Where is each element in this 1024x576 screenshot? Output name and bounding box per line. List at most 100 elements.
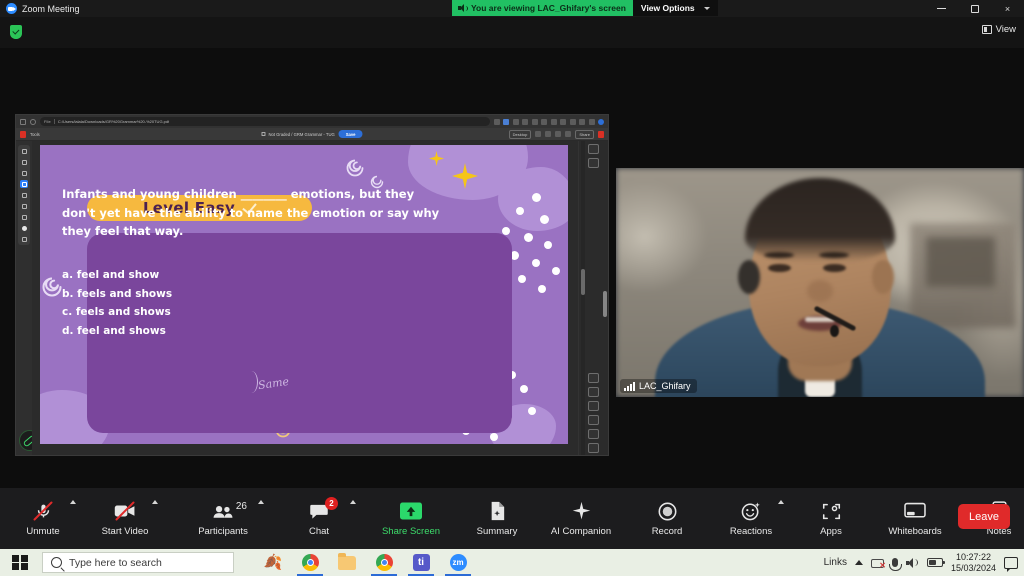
start-video-button[interactable]: Start Video: [96, 488, 154, 549]
links-label[interactable]: Links: [824, 557, 847, 568]
pdf-fit-icon[interactable]: [588, 373, 599, 383]
dot-tool-icon[interactable]: [20, 224, 28, 232]
pencil-tool-icon[interactable]: [20, 169, 28, 177]
pdf-scrollbar-track[interactable]: [581, 141, 585, 456]
chat-unread-badge: 2: [325, 497, 338, 510]
info-icon[interactable]: [541, 119, 547, 125]
highlight-icon[interactable]: [579, 119, 585, 125]
option-d: d. feel and shows: [62, 322, 172, 341]
red-bin-icon[interactable]: [598, 131, 604, 138]
pdf-refresh-icon[interactable]: [545, 131, 551, 137]
pdf-zoom-in-icon[interactable]: [588, 443, 599, 453]
taskbar-search-box[interactable]: Type here to search: [42, 552, 234, 573]
pdf-side-rail: [578, 141, 608, 456]
video-options-caret-icon[interactable]: [152, 500, 158, 504]
weather-widget[interactable]: 🍂: [256, 549, 290, 576]
option-c: c. feels and shows: [62, 303, 172, 322]
extension-icon[interactable]: [503, 119, 509, 125]
chat-caret-icon[interactable]: [350, 500, 356, 504]
file-explorer-taskbar-button[interactable]: [330, 549, 364, 576]
profile-avatar-icon[interactable]: [598, 119, 604, 125]
checkbox-icon[interactable]: [261, 132, 265, 136]
pdf-page-icon[interactable]: [588, 387, 599, 397]
pdf-rotate-icon[interactable]: [588, 415, 599, 425]
cast-icon[interactable]: [570, 119, 576, 125]
file-explorer-icon: [338, 556, 356, 570]
pdf-download-icon[interactable]: [555, 131, 561, 137]
close-button[interactable]: ×: [991, 0, 1024, 17]
pdf-tools-label[interactable]: Tools: [30, 132, 40, 137]
pdf-share-button[interactable]: Share: [575, 130, 594, 139]
stamp-tool-icon[interactable]: [20, 202, 28, 210]
pdf-save-button[interactable]: Save: [339, 130, 363, 138]
microphone-icon[interactable]: [892, 558, 898, 567]
screen-layout-icon: [982, 25, 992, 34]
pdf-print-icon[interactable]: [565, 131, 571, 137]
view-options-button[interactable]: View Options: [633, 0, 718, 16]
pdf-doc-name: Not Graded / GRM Grammar - TUG: [268, 132, 334, 137]
chrome-taskbar-button-2[interactable]: [367, 549, 401, 576]
pdf-scrollbar-thumb[interactable]: [581, 269, 585, 295]
search-placeholder: Type here to search: [69, 557, 162, 569]
unmute-button[interactable]: Unmute: [14, 488, 72, 549]
print-icon[interactable]: [513, 119, 519, 125]
participants-count: 26: [236, 501, 247, 512]
annotation-tool-group: [18, 145, 30, 245]
participant-video-tile[interactable]: LAC_Ghifary: [616, 168, 1024, 397]
battery-icon[interactable]: [927, 558, 943, 567]
pdf-right-actions: Desktop Share: [509, 130, 604, 139]
volume-icon[interactable]: [906, 557, 919, 568]
apps-button[interactable]: Apps: [802, 488, 860, 549]
lasso-tool-icon[interactable]: [20, 158, 28, 166]
chat-button[interactable]: 2 Chat: [290, 488, 348, 549]
view-button[interactable]: View: [982, 24, 1016, 35]
pdf-thumbnail-icon[interactable]: [588, 144, 599, 154]
chevron-up-icon[interactable]: [855, 560, 863, 565]
reactions-icon: [741, 500, 761, 522]
chevron-down-icon: [704, 7, 710, 10]
maximize-button[interactable]: [958, 0, 991, 17]
teams-taskbar-button[interactable]: ti: [404, 549, 438, 576]
green-shield-icon[interactable]: [10, 25, 22, 39]
star-icon: [429, 151, 444, 166]
pdf-grid-icon[interactable]: [588, 158, 599, 168]
download-icon[interactable]: [551, 119, 557, 125]
ai-companion-button[interactable]: AI Companion: [552, 488, 610, 549]
share-screen-button[interactable]: Share Screen: [382, 488, 440, 549]
record-button[interactable]: Record: [638, 488, 696, 549]
pin-icon[interactable]: [560, 119, 566, 125]
pdf-desktop-button[interactable]: Desktop: [509, 130, 532, 139]
whiteboards-button[interactable]: Whiteboards: [886, 488, 944, 549]
zoom-icon-browser[interactable]: [532, 119, 538, 125]
participants-button[interactable]: 26 Participants: [194, 488, 252, 549]
highlight-tool-icon[interactable]: [20, 180, 28, 188]
note-tool-icon[interactable]: [20, 191, 28, 199]
summary-button[interactable]: Summary: [468, 488, 526, 549]
back-icon[interactable]: [20, 119, 26, 125]
address-bar[interactable]: File C:/Users/lalala/Downloads/GR%20Gram…: [40, 117, 490, 126]
minimize-button[interactable]: [925, 0, 958, 17]
notification-icon[interactable]: [1004, 557, 1018, 569]
zoom-taskbar-button[interactable]: zm: [441, 549, 475, 576]
participants-caret-icon[interactable]: [258, 500, 264, 504]
menu-tool-icon[interactable]: [20, 235, 28, 243]
edit-icon[interactable]: [589, 119, 595, 125]
shape-tool-icon[interactable]: [20, 213, 28, 221]
select-tool-icon[interactable]: [20, 147, 28, 155]
pdf-comment-icon[interactable]: [588, 429, 599, 439]
bookmark-icon[interactable]: [494, 119, 500, 125]
audio-options-caret-icon[interactable]: [70, 500, 76, 504]
start-button[interactable]: [0, 549, 40, 576]
leave-button[interactable]: Leave: [958, 504, 1010, 529]
taskbar-clock[interactable]: 10:27:22 15/03/2024: [951, 552, 996, 574]
reload-icon[interactable]: [30, 119, 36, 125]
pdf-search-icon[interactable]: [535, 131, 541, 137]
reactions-caret-icon[interactable]: [778, 500, 784, 504]
network-disconnected-icon[interactable]: ✕: [871, 558, 884, 568]
ai-sparkle-icon: [571, 500, 592, 522]
rotate-icon[interactable]: [522, 119, 528, 125]
reactions-button[interactable]: Reactions: [722, 488, 780, 549]
pdf-zoom-out-icon[interactable]: [588, 401, 599, 411]
chrome-taskbar-button[interactable]: [293, 549, 327, 576]
headset-earcup: [738, 260, 760, 294]
